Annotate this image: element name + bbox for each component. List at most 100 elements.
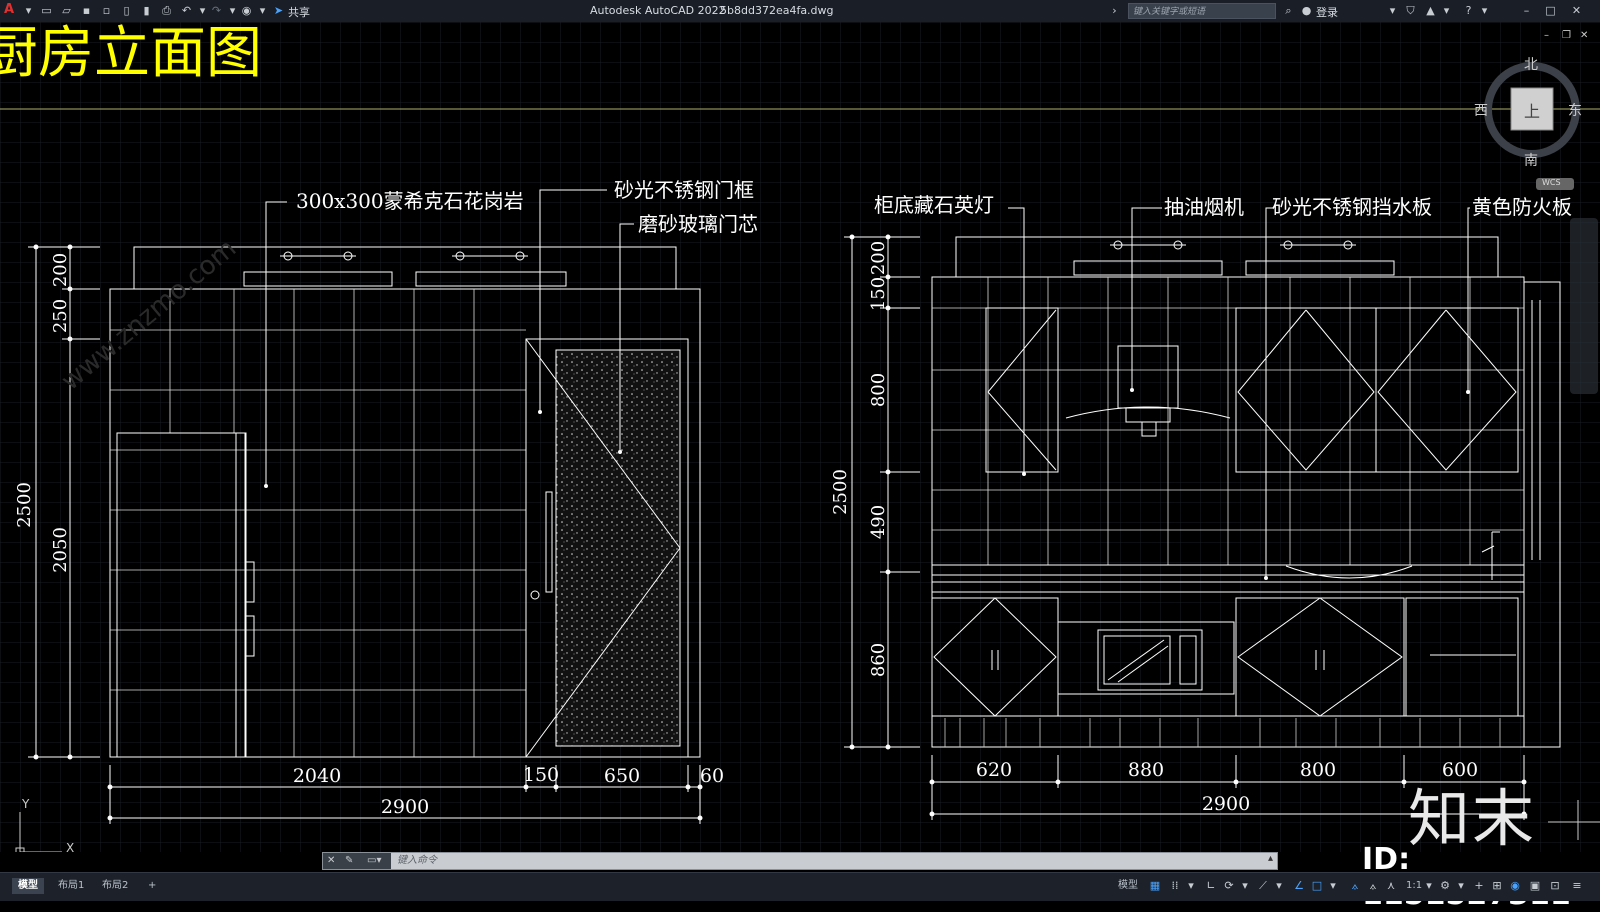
isodraft-icon[interactable]: ⟋ [1256,879,1270,893]
wcs-menu[interactable]: WCS [1542,178,1561,187]
command-input[interactable]: 键入命令 [397,853,437,869]
new-file-icon[interactable]: ▭ [40,4,53,17]
viewcube-north[interactable]: 北 [1524,54,1538,74]
label-door-frame: 砂光不锈钢门框 [614,178,754,202]
file-name: 5b8dd372ea4fa.dwg [720,4,834,17]
search-expand-icon[interactable]: › [1108,4,1121,17]
plot-icon[interactable]: ⎙ [160,4,173,17]
viewcube-south[interactable]: 南 [1524,150,1538,170]
viewcube-west[interactable]: 西 [1474,100,1488,120]
open-file-icon[interactable]: ▱ [60,4,73,17]
viewcube[interactable]: 北 南 东 西 上 WCS [1474,57,1588,208]
units-icon[interactable]: ⊞ [1490,879,1504,893]
autodesk-account-icon[interactable]: ▲ [1424,4,1437,17]
help-dropdown-icon[interactable]: ▾ [1478,4,1491,17]
workspace-icon[interactable]: ◉ [240,4,253,17]
close-command-icon[interactable]: ✕ [327,853,335,869]
workspace-switch-icon[interactable]: ⚙ [1438,879,1452,893]
dim-left-h-60: 60 [700,765,724,787]
share-label[interactable]: 共享 [288,4,310,20]
ortho-icon[interactable]: ∟ [1204,879,1218,893]
workspace-dropdown-icon[interactable]: ▾ [1454,879,1468,893]
object-snap-icon[interactable]: □ [1310,879,1324,893]
command-controls: ✕ ✎ ▭▾ [323,853,391,869]
minimize-icon[interactable]: – [1520,4,1533,17]
isodraft-dropdown-icon[interactable]: ▾ [1272,879,1286,893]
command-history-icon[interactable]: ▴ [1268,853,1273,864]
label-cabinet-light: 柜底藏石英灯 [874,193,994,217]
ucs-y-label: Y [21,797,30,811]
dim-left-v-2050: 2050 [50,527,71,573]
open-web-icon[interactable]: ▯ [120,4,133,17]
annotation-visibility-icon[interactable]: ⟑ [1348,879,1362,893]
annotation-scale-icon[interactable]: ⋏ [1384,879,1398,893]
autocad-logo-icon[interactable]: A [4,2,14,17]
drawing-canvas[interactable]: – ❐ ✕ 厨房立面图 300x300蒙希克石花岗岩 砂光不锈钢门框 磨砂玻璃门… [0,22,1600,852]
login-label[interactable]: 登录 [1316,4,1338,20]
tab-layout2[interactable]: 布局2 [96,878,134,894]
redo-icon[interactable]: ↷ [210,4,223,17]
cart-icon[interactable]: ⛉ [1404,4,1417,17]
doc-restore-icon[interactable]: ❐ [1562,30,1571,41]
object-snap-dropdown-icon[interactable]: ▾ [1326,879,1340,893]
scale-dropdown-icon[interactable]: ▾ [1422,879,1436,893]
clean-screen-icon[interactable]: ⊡ [1548,879,1562,893]
annotation-monitor-icon[interactable]: + [1472,879,1486,893]
close-icon[interactable]: ✕ [1570,4,1583,17]
viewcube-top-face[interactable]: 上 [1524,98,1540,122]
snap-icon[interactable]: ⁞⁞ [1168,879,1182,893]
isolate-objects-icon[interactable]: ◉ [1508,879,1522,893]
undo-dropdown-icon[interactable]: ▾ [196,4,209,17]
navigation-bar[interactable] [1570,218,1598,394]
account-dropdown-icon[interactable]: ▾ [1440,4,1453,17]
auto-scale-icon[interactable]: ⟑ [1366,879,1380,893]
dim-right-h-800: 800 [1300,759,1336,781]
dim-right-v-860: 860 [868,643,889,677]
command-line[interactable]: ✕ ✎ ▭▾ 键入命令 ▴ [322,852,1278,870]
redo-dropdown-icon[interactable]: ▾ [226,4,239,17]
tab-model[interactable]: 模型 [12,878,44,894]
save-icon[interactable]: ▪ [80,4,93,17]
maximize-icon[interactable]: □ [1544,4,1557,17]
object-snap-tracking-icon[interactable]: ∠ [1292,879,1306,893]
status-bar: 模型 布局1 布局2 + 模型 ▦ ⁞⁞ ▾ ∟ ⟳ ▾ ⟋ ▾ ∠ □ ▾ ⟑… [0,872,1600,901]
polar-dropdown-icon[interactable]: ▾ [1238,879,1252,893]
doc-minimize-icon[interactable]: – [1544,30,1549,41]
polar-icon[interactable]: ⟳ [1222,879,1236,893]
recent-commands-icon[interactable]: ▭▾ [367,853,381,869]
model-space-label[interactable]: 模型 [1112,878,1144,894]
dim-left-h-150: 150 [523,764,559,786]
doc-close-icon[interactable]: ✕ [1580,30,1588,41]
label-granite: 300x300蒙希克石花岗岩 [296,189,524,213]
customization-menu-icon[interactable]: ≡ [1570,879,1584,893]
dim-left-v-200: 200 [50,253,71,287]
dim-left-v-2500: 2500 [14,482,35,528]
viewcube-east[interactable]: 东 [1568,100,1582,120]
dim-right-h-880: 880 [1128,759,1164,781]
dim-right-h-620: 620 [976,759,1012,781]
quick-access-dropdown-icon[interactable]: ▾ [256,4,269,17]
search-icon[interactable]: ⌕ [1282,4,1295,17]
dim-right-v-800: 800 [868,373,889,407]
grid-icon[interactable]: ▦ [1148,879,1162,893]
help-icon[interactable]: ? [1462,4,1475,17]
save-web-icon[interactable]: ▮ [140,4,153,17]
drawing-title: 厨房立面图 [0,22,262,86]
label-door-core: 磨砂玻璃门芯 [638,212,758,236]
search-input[interactable]: 键入关键字或短语 [1128,3,1276,19]
login-dropdown-icon[interactable]: ▾ [1386,4,1399,17]
share-icon[interactable]: ➤ [272,4,285,17]
hardware-accel-icon[interactable]: ▣ [1528,879,1542,893]
customize-command-icon[interactable]: ✎ [345,853,353,869]
undo-icon[interactable]: ↶ [180,4,193,17]
dim-left-h-2040: 2040 [293,765,341,787]
app-menu-dropdown-icon[interactable]: ▾ [22,4,35,17]
save-as-icon[interactable]: ▫ [100,4,113,17]
add-layout-icon[interactable]: + [142,878,162,894]
user-icon[interactable]: ● [1300,4,1313,17]
label-backsplash: 砂光不锈钢挡水板 [1272,195,1432,219]
dim-right-v-2500: 2500 [830,469,851,515]
snap-dropdown-icon[interactable]: ▾ [1184,879,1198,893]
tab-layout1[interactable]: 布局1 [52,878,90,894]
title-bar: A ▾ ▭ ▱ ▪ ▫ ▯ ▮ ⎙ ↶ ▾ ↷ ▾ ◉ ▾ ➤ 共享 Autod… [0,0,1600,23]
